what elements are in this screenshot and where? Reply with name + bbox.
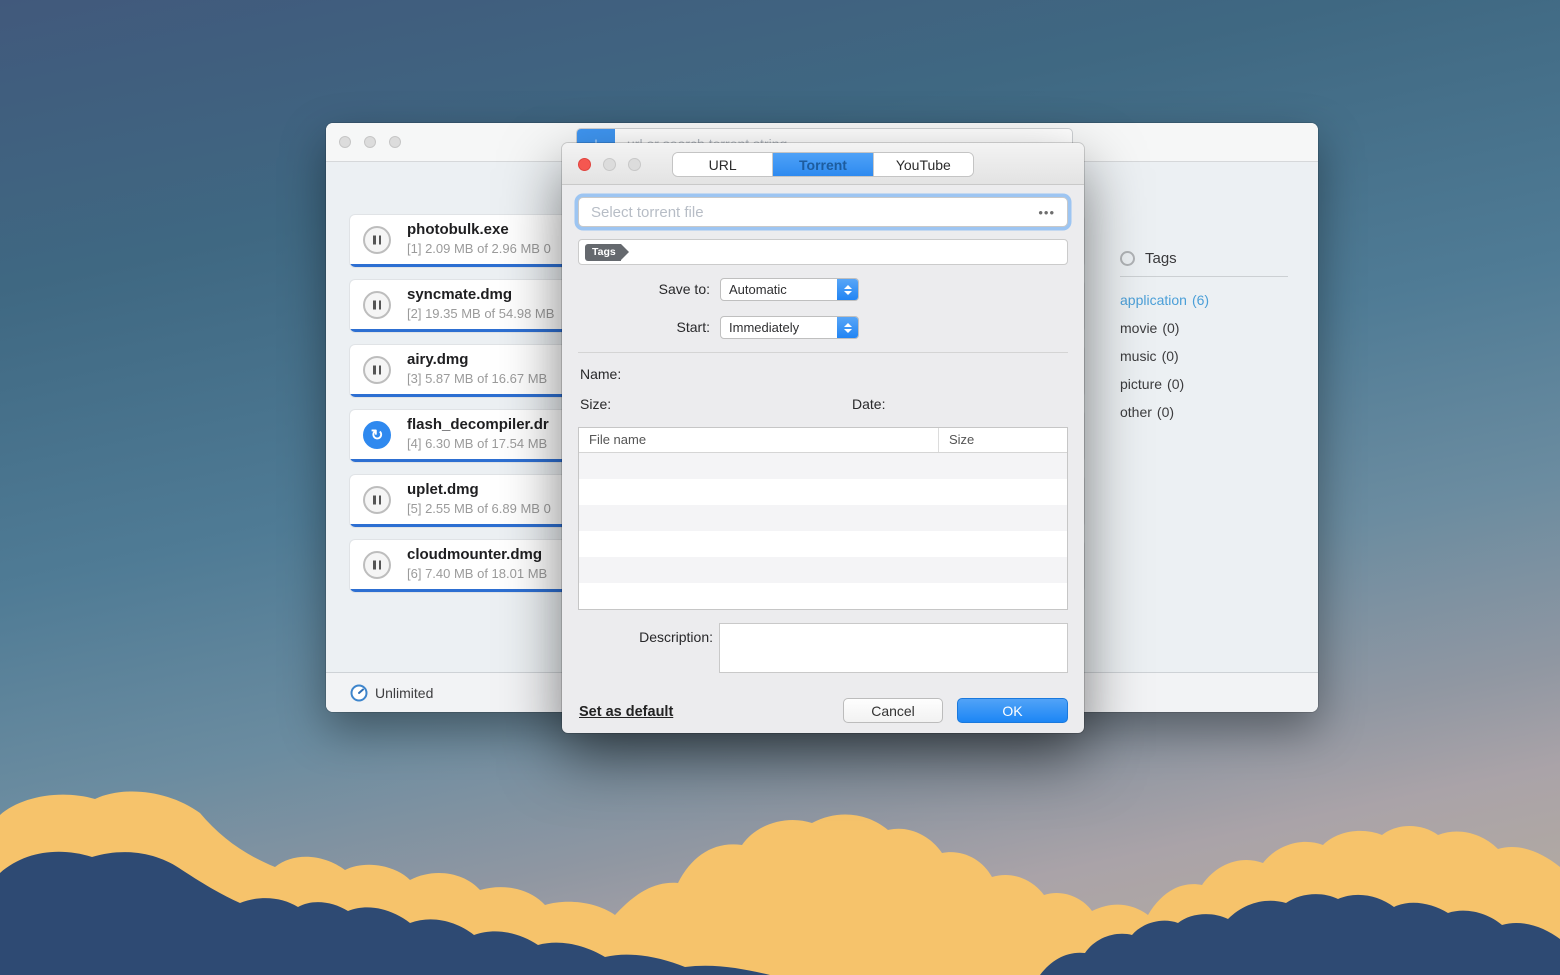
source-tabs: URL Torrent YouTube: [672, 152, 974, 177]
dialog-titlebar[interactable]: URL Torrent YouTube: [562, 143, 1084, 185]
tag-item-movie[interactable]: movie(0): [1120, 314, 1318, 342]
pause-icon: [373, 366, 381, 375]
save-to-select[interactable]: Automatic: [720, 278, 859, 301]
browse-button[interactable]: •••: [1026, 205, 1067, 220]
description-input[interactable]: [719, 623, 1068, 673]
tags-pill-label: Tags: [585, 244, 621, 261]
pause-icon: [373, 561, 381, 570]
pause-button[interactable]: [363, 291, 391, 319]
table-row: [579, 479, 1067, 505]
traffic-lights: [339, 136, 401, 148]
name-label: Name:: [580, 366, 621, 382]
pause-button[interactable]: [363, 486, 391, 514]
download-progress-text: [2] 19.35 MB of 54.98 MB: [407, 306, 554, 321]
table-row: [579, 531, 1067, 557]
save-to-row: Save to: Automatic: [562, 278, 1084, 301]
resume-icon: ↻: [371, 426, 384, 444]
download-progress-text: [4] 6.30 MB of 17.54 MB: [407, 436, 547, 451]
wallpaper-clouds: [0, 775, 1560, 975]
download-name: syncmate.dmg: [407, 286, 512, 303]
desktop: ↓ photobulk.exe [1] 2.09 MB of 2.96 MB 0…: [0, 0, 1560, 975]
torrent-file-input[interactable]: [579, 198, 1026, 226]
download-name: photobulk.exe: [407, 221, 509, 238]
tag-arrow-icon: [621, 244, 629, 260]
date-label: Date:: [852, 396, 885, 412]
cancel-button[interactable]: Cancel: [843, 698, 943, 723]
tag-item-picture[interactable]: picture(0): [1120, 370, 1318, 398]
file-table-header: File name Size: [579, 428, 1067, 453]
add-download-dialog: URL Torrent YouTube ••• Tags Save to: Au…: [562, 143, 1084, 733]
close-icon[interactable]: [578, 158, 591, 171]
description-label: Description:: [578, 629, 713, 645]
tab-torrent[interactable]: Torrent: [773, 153, 873, 176]
minimize-icon[interactable]: [364, 136, 376, 148]
save-to-value: Automatic: [721, 282, 837, 297]
table-row: [579, 583, 1067, 609]
pause-icon: [373, 236, 381, 245]
column-file-name[interactable]: File name: [579, 428, 939, 452]
close-icon[interactable]: [339, 136, 351, 148]
speed-gauge-icon[interactable]: [350, 684, 368, 702]
table-row: [579, 453, 1067, 479]
tag-item-application[interactable]: application(6): [1120, 286, 1318, 314]
speed-limit-label[interactable]: Unlimited: [375, 685, 433, 701]
start-select[interactable]: Immediately: [720, 316, 859, 339]
minimize-icon[interactable]: [603, 158, 616, 171]
download-progress-text: [1] 2.09 MB of 2.96 MB 0: [407, 241, 551, 256]
tags-panel-header: Tags: [1120, 250, 1318, 267]
tags-panel: Tags application(6) movie(0) music(0) pi…: [1120, 250, 1318, 426]
tags-input-field[interactable]: Tags: [578, 239, 1068, 265]
save-to-label: Save to:: [578, 278, 710, 301]
download-name: uplet.dmg: [407, 481, 479, 498]
divider: [1120, 276, 1288, 277]
stepper-icon: [837, 316, 858, 339]
tag-item-music[interactable]: music(0): [1120, 342, 1318, 370]
tags-pill: Tags: [585, 244, 629, 261]
zoom-icon[interactable]: [628, 158, 641, 171]
tag-item-other[interactable]: other(0): [1120, 398, 1318, 426]
pause-icon: [373, 496, 381, 505]
tag-circle-icon: [1120, 251, 1135, 266]
download-progress-text: [5] 2.55 MB of 6.89 MB 0: [407, 501, 551, 516]
pause-button[interactable]: [363, 356, 391, 384]
set-as-default-link[interactable]: Set as default: [579, 704, 673, 720]
table-row: [579, 557, 1067, 583]
download-name: cloudmounter.dmg: [407, 546, 542, 563]
tab-youtube[interactable]: YouTube: [874, 153, 973, 176]
tag-list: application(6) movie(0) music(0) picture…: [1120, 286, 1318, 426]
ok-button[interactable]: OK: [957, 698, 1068, 723]
table-row: [579, 505, 1067, 531]
zoom-icon[interactable]: [389, 136, 401, 148]
download-progress-text: [6] 7.40 MB of 18.01 MB: [407, 566, 547, 581]
divider: [578, 352, 1068, 353]
stepper-icon: [837, 278, 858, 301]
resume-button[interactable]: ↻: [363, 421, 391, 449]
torrent-file-field: •••: [578, 197, 1068, 227]
pause-button[interactable]: [363, 226, 391, 254]
tags-panel-title: Tags: [1145, 250, 1177, 267]
start-row: Start: Immediately: [562, 316, 1084, 339]
tab-url[interactable]: URL: [673, 153, 773, 176]
start-label: Start:: [578, 316, 710, 339]
download-name: airy.dmg: [407, 351, 468, 368]
dialog-traffic-lights: [578, 158, 641, 171]
pause-icon: [373, 301, 381, 310]
download-name: flash_decompiler.dr: [407, 416, 549, 433]
file-table[interactable]: File name Size: [578, 427, 1068, 610]
start-value: Immediately: [721, 320, 837, 335]
pause-button[interactable]: [363, 551, 391, 579]
download-progress-text: [3] 5.87 MB of 16.67 MB: [407, 371, 547, 386]
size-label: Size:: [580, 396, 611, 412]
column-size[interactable]: Size: [939, 428, 1067, 452]
